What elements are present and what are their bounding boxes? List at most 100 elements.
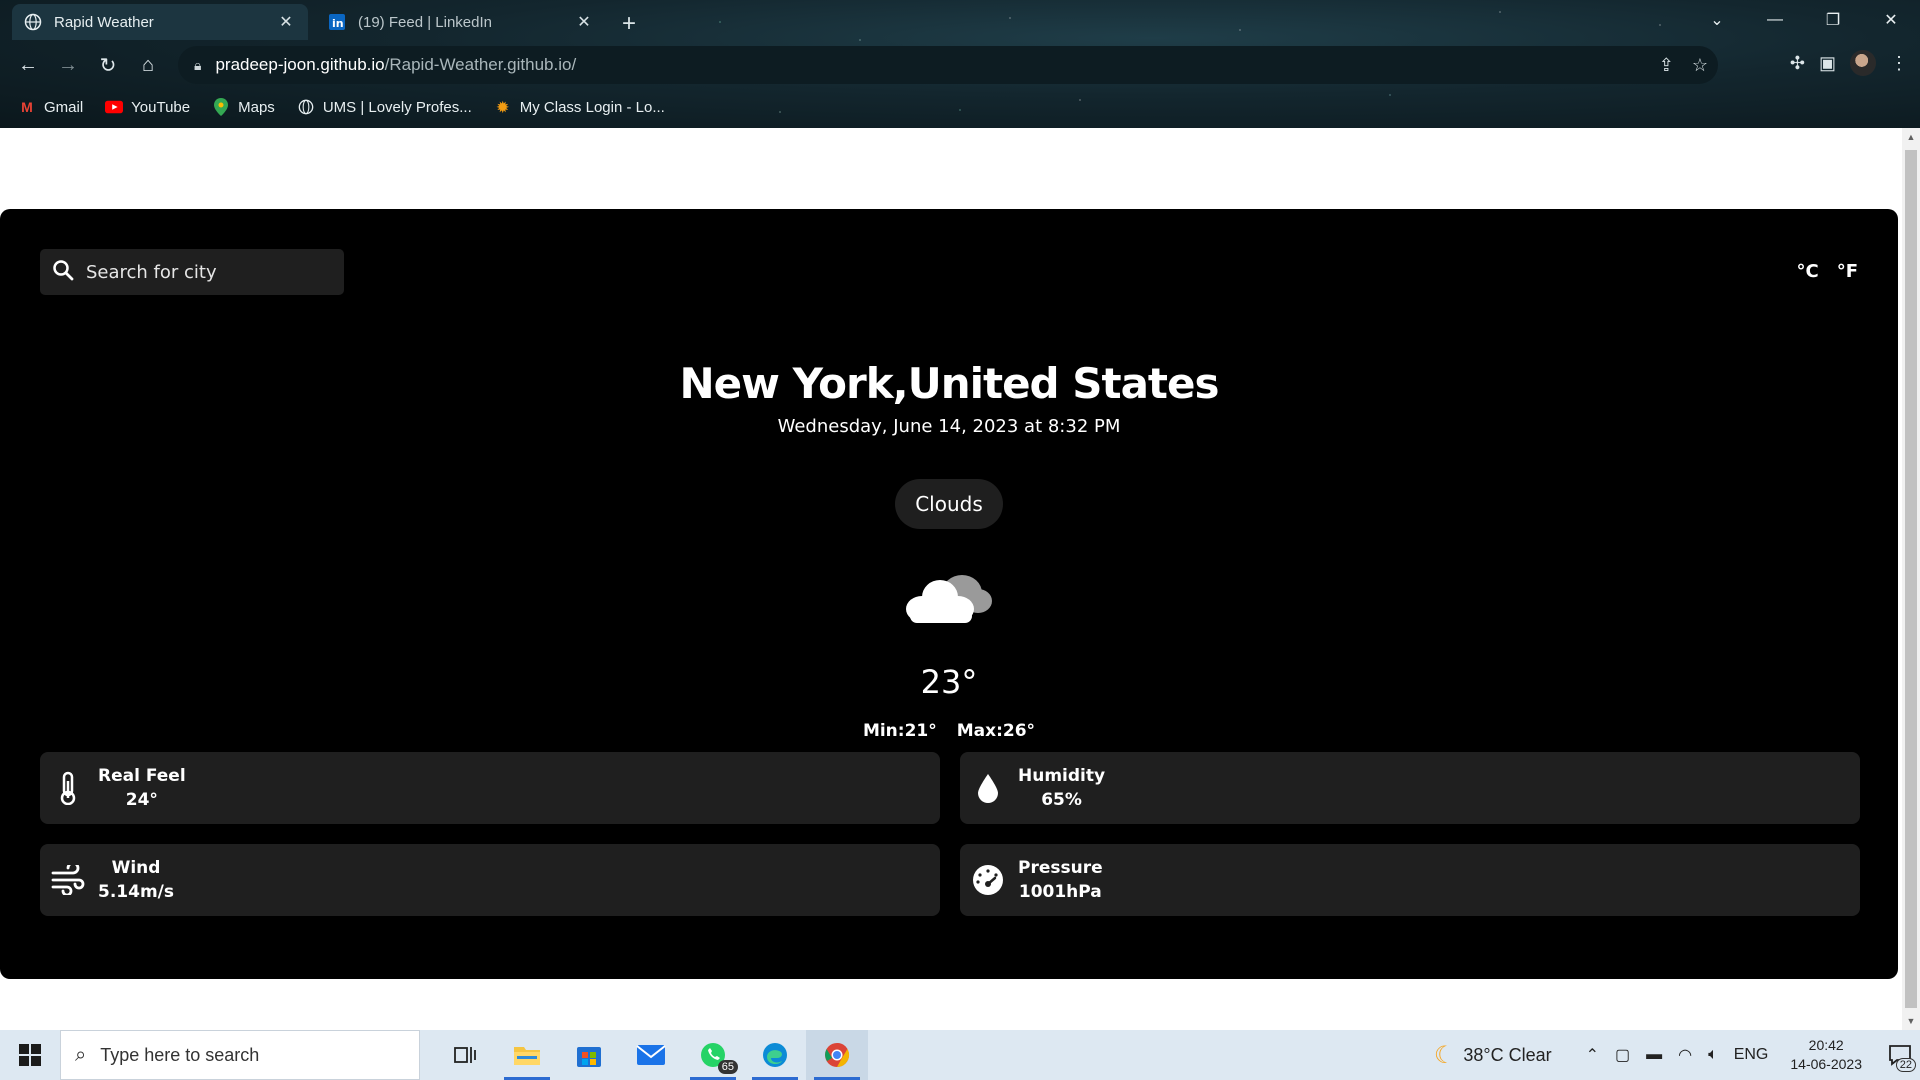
tab-linkedin[interactable]: in (19) Feed | LinkedIn ✕ [316, 4, 606, 40]
humidity-card: Humidity 65% [960, 752, 1860, 824]
tab-search-icon[interactable]: ⌄ [1688, 6, 1746, 34]
address-bar[interactable]: 🔒︎ pradeep-joon.github.io/Rapid-Weather.… [178, 46, 1718, 84]
close-tab-icon[interactable]: ✕ [574, 12, 594, 32]
side-panel-icon[interactable]: ▣ [1819, 53, 1836, 74]
profile-avatar[interactable] [1850, 50, 1876, 76]
extensions-icon[interactable]: ✣ [1790, 53, 1805, 74]
city-title: New York,United States [679, 359, 1220, 408]
weather-app: °C °F New York,United States Wednesday, … [0, 209, 1898, 979]
close-tab-icon[interactable]: ✕ [276, 12, 296, 32]
whatsapp-icon[interactable]: 65 [682, 1030, 744, 1080]
search-input[interactable] [86, 261, 326, 283]
wind-card: Wind 5.14m/s [40, 844, 940, 916]
volume-icon[interactable]: 🔈︎ [1708, 1046, 1718, 1064]
microsoft-store-icon[interactable] [558, 1030, 620, 1080]
globe-icon [297, 98, 315, 116]
mail-icon[interactable] [620, 1030, 682, 1080]
bookmark-maps[interactable]: Maps [212, 98, 275, 116]
close-window-icon[interactable]: ✕ [1862, 6, 1920, 34]
home-icon[interactable]: ⌂ [128, 45, 168, 85]
scrollbar-thumb[interactable] [1905, 150, 1917, 1008]
bookmark-ums[interactable]: UMS | Lovely Profes... [297, 98, 472, 116]
droplet-icon [970, 770, 1006, 806]
sun-icon: ✹ [496, 98, 509, 115]
edge-icon[interactable] [744, 1030, 806, 1080]
bookmark-star-icon[interactable]: ☆ [1692, 55, 1708, 76]
city-search[interactable] [40, 249, 344, 295]
windows-start-icon[interactable] [0, 1030, 60, 1080]
windows-taskbar: ⌕ Type here to search 65 ☾ 38°C Clear ⌃ … [0, 1030, 1920, 1080]
max-temperature: Max:26° [956, 721, 1036, 741]
taskbar-weather-text: 38°C Clear [1463, 1044, 1552, 1065]
system-tray: ☾ 38°C Clear ⌃ ▢ ▬ ◠ 🔈︎ ENG 20:42 14-06-… [1434, 1030, 1920, 1080]
menu-icon[interactable]: ⋮ [1890, 53, 1908, 74]
taskbar-apps: 65 [434, 1030, 868, 1080]
min-max-temperature: Min:21° Max:26° [0, 721, 1898, 741]
notifications-icon[interactable]: 22 [1880, 1030, 1920, 1080]
clock-date: 14-06-2023 [1790, 1056, 1862, 1072]
real-feel-card: Real Feel 24° [40, 752, 940, 824]
scroll-down-icon[interactable]: ▼ [1906, 1016, 1916, 1026]
file-explorer-icon[interactable] [496, 1030, 558, 1080]
taskbar-search[interactable]: ⌕ Type here to search [60, 1030, 420, 1080]
search-icon: ⌕ [75, 1043, 87, 1066]
minimize-icon[interactable]: — [1746, 6, 1804, 34]
unit-toggle: °C °F [1796, 261, 1858, 282]
celsius-button[interactable]: °C [1796, 261, 1818, 282]
detail-value: 1001hPa [1018, 882, 1102, 902]
local-datetime: Wednesday, June 14, 2023 at 8:32 PM [777, 416, 1121, 437]
pressure-card: Pressure 1001hPa [960, 844, 1860, 916]
tab-title: Rapid Weather [54, 13, 154, 31]
restore-icon[interactable]: ❐ [1804, 6, 1862, 34]
linkedin-icon: in [328, 13, 346, 31]
bookmark-my-class[interactable]: ✹ My Class Login - Lo... [494, 98, 665, 116]
meet-icon[interactable]: ▢ [1615, 1045, 1630, 1065]
detail-value: 65% [1041, 790, 1082, 810]
wind-icon [50, 862, 86, 898]
detail-label: Pressure [1018, 858, 1103, 878]
bookmarks-bar: M Gmail YouTube Maps UMS | Lovely Profes… [0, 92, 665, 122]
window-controls: ⌄ — ❐ ✕ [1688, 6, 1920, 34]
detail-value: 5.14m/s [98, 882, 174, 902]
notification-count: 22 [1895, 1058, 1916, 1072]
detail-label: Real Feel [98, 766, 186, 786]
forward-icon[interactable]: → [48, 45, 88, 85]
scroll-up-icon[interactable]: ▲ [1906, 132, 1916, 142]
tab-title: (19) Feed | LinkedIn [358, 13, 492, 31]
search-icon [52, 259, 74, 286]
detail-label: Wind [111, 858, 161, 878]
back-icon[interactable]: ← [8, 45, 48, 85]
page-scrollbar[interactable]: ▲ ▼ [1902, 128, 1920, 1030]
taskbar-weather[interactable]: ☾ 38°C Clear [1434, 1041, 1552, 1070]
reload-icon[interactable]: ↻ [88, 45, 128, 85]
thermometer-icon [50, 770, 86, 806]
cloud-icon [900, 565, 996, 629]
bookmark-youtube[interactable]: YouTube [105, 98, 190, 116]
gmail-icon: M [21, 99, 33, 115]
new-tab-icon[interactable]: + [622, 10, 636, 38]
fahrenheit-button[interactable]: °F [1837, 261, 1858, 282]
min-temperature: Min:21° [862, 721, 937, 741]
lock-icon[interactable]: 🔒︎ [194, 57, 201, 74]
moon-icon: ☾ [1433, 1041, 1456, 1069]
language-indicator[interactable]: ENG [1734, 1046, 1769, 1064]
whatsapp-badge: 65 [717, 1060, 738, 1074]
chrome-icon[interactable] [806, 1030, 868, 1080]
taskbar-search-placeholder: Type here to search [100, 1044, 260, 1065]
wifi-icon[interactable]: ◠ [1678, 1045, 1692, 1065]
system-clock[interactable]: 20:42 14-06-2023 [1790, 1036, 1862, 1074]
toolbar: ← → ↻ ⌂ 🔒︎ pradeep-joon.github.io/Rapid-… [0, 44, 1920, 86]
share-icon[interactable]: ⇪ [1659, 55, 1674, 76]
detail-value: 24° [125, 790, 158, 810]
page-viewport: °C °F New York,United States Wednesday, … [0, 128, 1920, 1030]
globe-icon [24, 13, 42, 31]
gauge-icon [970, 862, 1006, 898]
condition-badge: Clouds [895, 479, 1003, 529]
url-host: pradeep-joon.github.io [215, 55, 385, 74]
task-view-icon[interactable] [434, 1030, 496, 1080]
chevron-up-icon[interactable]: ⌃ [1586, 1045, 1599, 1065]
maps-icon [212, 98, 230, 116]
tab-rapid-weather[interactable]: Rapid Weather ✕ [12, 4, 308, 40]
battery-icon[interactable]: ▬ [1646, 1046, 1662, 1064]
bookmark-gmail[interactable]: M Gmail [18, 98, 83, 116]
